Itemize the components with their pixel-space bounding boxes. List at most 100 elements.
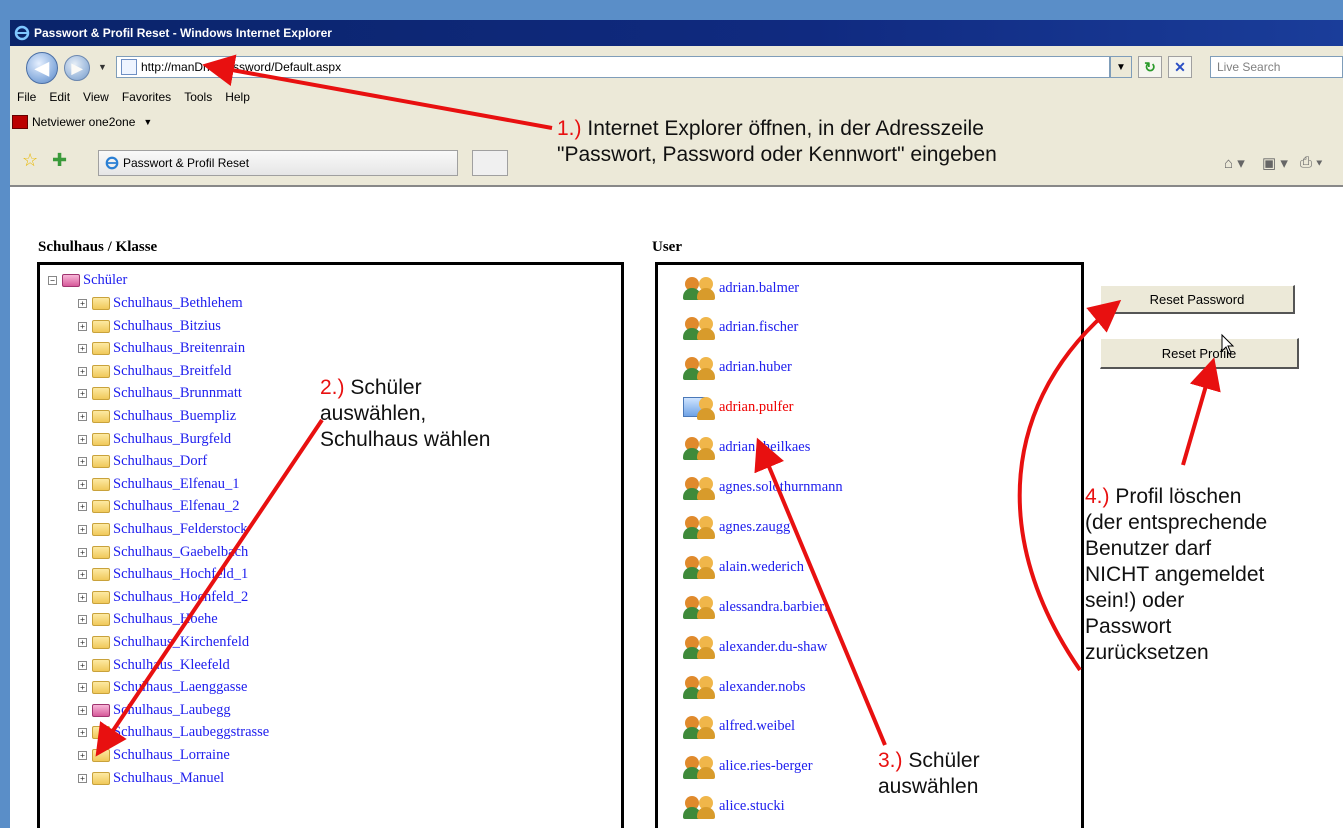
expand-icon[interactable]: +: [78, 457, 87, 467]
tree-item[interactable]: + Schulhaus_Buempliz: [78, 408, 236, 425]
expand-icon[interactable]: +: [78, 570, 87, 580]
expand-icon[interactable]: +: [78, 773, 87, 783]
new-tab-button[interactable]: [472, 150, 508, 176]
tree-item[interactable]: + Schulhaus_Laubegg: [78, 702, 231, 719]
tree-item[interactable]: + Schulhaus_Bethlehem: [78, 295, 243, 312]
user-list-item[interactable]: alexander.du-shaw: [683, 634, 827, 660]
stop-button[interactable]: ✕: [1168, 56, 1192, 78]
tree-item[interactable]: + Schulhaus_Lorraine: [78, 747, 230, 764]
tree-item[interactable]: + Schulhaus_Elfenau_1: [78, 476, 239, 493]
expand-icon[interactable]: +: [78, 683, 87, 693]
favorites-star-icon[interactable]: ☆: [22, 150, 38, 171]
netviewer-dropdown-icon[interactable]: ▼: [143, 117, 152, 127]
address-dropdown-button[interactable]: ▼: [1110, 56, 1132, 78]
expand-icon[interactable]: +: [78, 479, 87, 489]
user-list-item[interactable]: alessandra.barbieri: [683, 594, 828, 620]
user-list-item[interactable]: alice.ries-berger: [683, 754, 813, 780]
expand-icon[interactable]: +: [78, 660, 87, 670]
tree-item[interactable]: + Schulhaus_Laenggasse: [78, 679, 248, 696]
collapse-icon[interactable]: −: [48, 276, 57, 285]
user-name: alfred.weibel: [719, 718, 796, 735]
tree-item-label: Schulhaus_Brunnmatt: [113, 385, 242, 402]
expand-icon[interactable]: +: [78, 366, 87, 376]
expand-icon[interactable]: +: [78, 344, 87, 354]
print-icon[interactable]: ⎙ ▾: [1300, 154, 1322, 171]
tree-item[interactable]: + Schulhaus_Kirchenfeld: [78, 634, 249, 651]
menu-help[interactable]: Help: [225, 90, 250, 110]
user-list-item[interactable]: alfred.weibel: [683, 714, 795, 740]
expand-icon[interactable]: +: [78, 299, 87, 308]
expand-icon[interactable]: +: [78, 728, 87, 738]
user-list-item[interactable]: adrian.theilkaes: [683, 435, 810, 461]
user-name: agnes.solothurnmann: [719, 479, 843, 495]
tree-item[interactable]: + Schulhaus_Kleefeld: [78, 657, 230, 674]
folder-icon: [92, 568, 110, 582]
tree-item-label: Schulhaus_Hochfeld_1: [113, 566, 249, 583]
reset-password-button[interactable]: Reset Password: [1100, 285, 1295, 314]
user-name: adrian.huber: [719, 359, 792, 376]
tree-item[interactable]: + Schulhaus_Gaebelbach: [78, 544, 248, 561]
step-2-text-line3: Schulhaus wählen: [320, 428, 491, 451]
add-favorite-icon[interactable]: ✚: [52, 150, 67, 171]
tree-item[interactable]: + Schulhaus_Elfenau_2: [78, 498, 239, 515]
folder-icon: [92, 342, 110, 356]
expand-icon[interactable]: +: [78, 615, 87, 625]
user-list-item[interactable]: adrian.fischer: [683, 315, 798, 341]
user-list-item[interactable]: adrian.pulfer: [683, 395, 793, 421]
expand-icon[interactable]: +: [78, 412, 87, 421]
expand-icon[interactable]: +: [78, 525, 87, 534]
menu-edit[interactable]: Edit: [49, 90, 70, 110]
expand-icon[interactable]: +: [78, 638, 87, 647]
reset-profile-button[interactable]: Reset Profile: [1100, 338, 1299, 369]
forward-button[interactable]: ▶: [64, 55, 90, 81]
expand-icon[interactable]: +: [78, 592, 87, 602]
expand-icon[interactable]: +: [78, 705, 87, 715]
refresh-button[interactable]: ↻: [1138, 56, 1162, 78]
address-bar[interactable]: http://manDn1/password/Default.aspx: [116, 56, 1110, 78]
address-url[interactable]: http://manDn1/password/Default.aspx: [141, 60, 341, 74]
tree-item[interactable]: + Schulhaus_Burgfeld: [78, 431, 231, 448]
tree-item[interactable]: + Schulhaus_Manuel: [78, 770, 224, 787]
tree-item[interactable]: + Schulhaus_Breitenrain: [78, 340, 245, 357]
user-list-item[interactable]: alexander.nobs: [683, 674, 806, 700]
window-title: Passwort & Profil Reset - Windows Intern…: [34, 26, 332, 40]
tree-item[interactable]: + Schulhaus_Felderstock: [78, 521, 248, 538]
search-input[interactable]: Live Search: [1210, 56, 1343, 78]
expand-icon[interactable]: +: [78, 434, 87, 444]
expand-icon[interactable]: +: [78, 389, 87, 399]
tree-item[interactable]: + Schulhaus_Laubeggstrasse: [78, 724, 269, 741]
user-name: alice.stucki: [719, 798, 785, 815]
tree-item[interactable]: + Schulhaus_Hochfeld_1: [78, 566, 248, 583]
user-list-item[interactable]: agnes.solothurnmann: [683, 475, 843, 501]
user-list-item[interactable]: adrian.huber: [683, 355, 792, 381]
folder-icon: [92, 749, 110, 762]
netviewer-link[interactable]: Netviewer one2one: [32, 115, 135, 129]
back-button[interactable]: ◀: [26, 52, 58, 84]
tree-item[interactable]: + Schulhaus_Hochfeld_2: [78, 589, 248, 606]
user-list-item[interactable]: alice.stucki: [683, 794, 785, 820]
menu-favorites[interactable]: Favorites: [122, 90, 171, 110]
folder-icon: [92, 590, 110, 604]
menu-tools[interactable]: Tools: [184, 90, 212, 110]
expand-icon[interactable]: +: [78, 751, 87, 760]
tree-item[interactable]: + Schulhaus_Brunnmatt: [78, 385, 242, 402]
tree-item[interactable]: + Schulhaus_Hoehe: [78, 611, 218, 628]
tree-item[interactable]: + Schulhaus_Bitzius: [78, 318, 221, 335]
menu-file[interactable]: File: [17, 90, 36, 110]
menu-view[interactable]: View: [83, 90, 109, 110]
expand-icon[interactable]: +: [78, 547, 87, 557]
user-list-item[interactable]: alain.wederich: [683, 554, 804, 580]
tree-root[interactable]: − Schüler: [48, 272, 127, 289]
tree-item[interactable]: + Schulhaus_Breitfeld: [78, 363, 231, 380]
tree-item[interactable]: + Schulhaus_Dorf: [78, 453, 207, 470]
history-dropdown-icon[interactable]: ▼: [98, 62, 107, 72]
user-list-item[interactable]: adrian.balmer: [683, 275, 799, 301]
tab-passwort-profil-reset[interactable]: Passwort & Profil Reset: [98, 150, 458, 176]
user-computer-icon: [683, 395, 717, 421]
user-list-item[interactable]: agnes.zaugg: [683, 514, 790, 540]
expand-icon[interactable]: +: [78, 502, 87, 512]
home-icon[interactable]: ⌂ ▾: [1224, 154, 1245, 172]
ie-logo-icon: [14, 25, 30, 41]
expand-icon[interactable]: +: [78, 321, 87, 331]
feeds-icon[interactable]: ▣ ▾: [1262, 154, 1288, 172]
